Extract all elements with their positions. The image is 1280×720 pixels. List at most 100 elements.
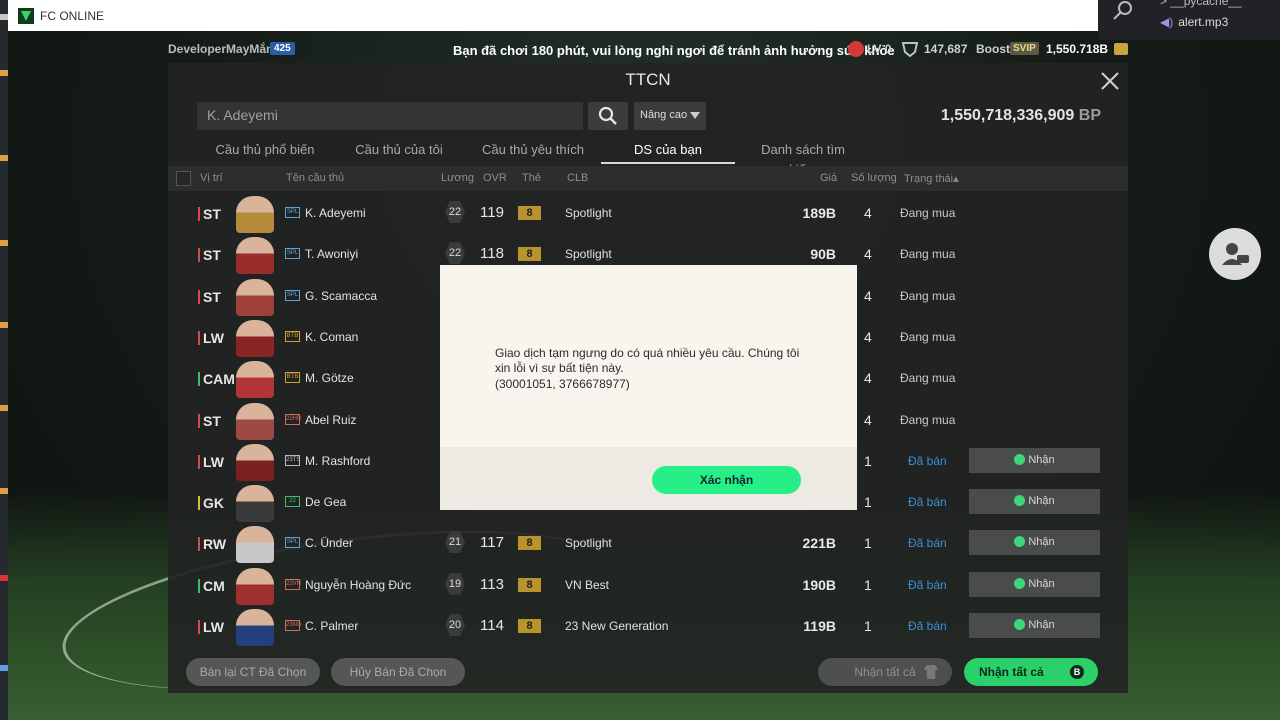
left-window-strip (0, 0, 8, 720)
status-label: Đang mua (900, 288, 956, 303)
player-name: C. Palmer (305, 619, 359, 633)
friend-chat-button[interactable] (1209, 228, 1261, 280)
cancel-selected-button[interactable]: Hủy Bán Đã Chọn (331, 658, 465, 686)
advanced-dropdown[interactable]: Nâng cao (634, 102, 706, 130)
player-name: K. Adeyemi (305, 206, 366, 220)
club-name: Spotlight (565, 536, 612, 551)
player-portrait (236, 402, 274, 440)
search-icon[interactable] (1110, 0, 1136, 26)
claim-all-disabled-button[interactable]: Nhận tất cả (818, 658, 952, 686)
card-grade: 8 (518, 619, 541, 633)
shirt-icon (924, 665, 938, 679)
close-button[interactable] (1098, 69, 1122, 93)
bp-coin-icon (1014, 536, 1026, 548)
bp-balance: 1,550.718B (1046, 42, 1109, 56)
season-icon: BTB (285, 372, 300, 384)
tab-your-list[interactable]: DS của bạn (601, 140, 735, 164)
status-row: DeveloperMayMắn 425 Bạn đã chơi 180 phút… (168, 40, 1128, 60)
search-button[interactable] (588, 102, 628, 130)
player-position: RW (198, 536, 226, 552)
claim-button[interactable]: Nhận (969, 489, 1100, 515)
claim-all-button[interactable]: Nhận tất cả B (964, 658, 1098, 686)
close-icon (1101, 72, 1119, 90)
fc-online-logo-icon (18, 7, 34, 24)
col-status[interactable]: Trạng thái▴ (904, 172, 959, 185)
player-name: Nguyễn Hoàng Đức (305, 577, 412, 592)
wage-badge: 20 (445, 614, 465, 636)
quantity: 1 (864, 452, 872, 469)
level-badge: 425 (270, 42, 295, 55)
claim-button[interactable]: Nhận (969, 571, 1100, 597)
season-icon: SPL (285, 248, 300, 260)
player-name: De Gea (305, 495, 347, 510)
table-row[interactable]: CM 22VN Nguyễn Hoàng Đức 19 113 8 VN Best 190B 1… (168, 565, 1128, 606)
quantity: 4 (864, 246, 872, 263)
price: 221B (802, 535, 836, 552)
price: 119B (803, 618, 836, 634)
player-portrait (236, 278, 274, 316)
claim-button[interactable]: Nhận (969, 613, 1100, 638)
player-position: LW (198, 619, 224, 635)
player-position: ST (198, 206, 221, 222)
ovr-value: 117 (480, 534, 504, 552)
player-portrait (236, 485, 274, 523)
card-grade: 8 (518, 247, 541, 262)
club-name: Spotlight (565, 247, 612, 262)
player-portrait (236, 237, 274, 275)
resell-selected-button[interactable]: Bán lại CT Đã Chọn (186, 658, 320, 686)
window-title: FC ONLINE (40, 8, 105, 23)
status-label: Đã bán (908, 495, 947, 510)
club-name: Spotlight (565, 206, 612, 220)
claim-button[interactable]: Nhận (969, 530, 1100, 556)
wage-badge: 22 (445, 242, 465, 265)
table-row[interactable]: RW SPL C. Ünder 21 117 8 Spotlight 221B 1 Đã bán N… (168, 523, 1128, 564)
tab-search-list[interactable]: Danh sách tìm kiếm (746, 140, 860, 177)
explorer-panel: > __pycache__ ◀) alert.mp3 (1098, 0, 1280, 40)
wage-badge: 19 (445, 572, 465, 595)
player-position: CAM (198, 371, 235, 387)
player-position: ST (198, 247, 221, 263)
col-price: Giá (820, 172, 838, 184)
bp-icon (1114, 43, 1128, 55)
col-position: Vị trí (200, 172, 223, 184)
table-row[interactable]: ST SPL K. Adeyemi 22 119 8 Spotlight 189B 4 Đang … (168, 193, 1128, 234)
error-dialog: Giao dịch tạm ngưng do có quá nhiều yêu … (440, 265, 857, 510)
player-name: C. Ünder (305, 536, 354, 551)
bp-coin-icon (1014, 495, 1026, 507)
price: 90B (810, 246, 836, 263)
player-position: CM (198, 578, 225, 594)
season-icon: SPL (285, 207, 300, 218)
quantity: 1 (864, 535, 872, 552)
player-portrait (236, 609, 274, 646)
player-portrait (236, 361, 274, 399)
lv-label: LV 0 (867, 42, 892, 56)
confirm-button[interactable]: Xác nhận (652, 466, 801, 494)
user-chat-icon (1222, 243, 1249, 265)
col-wage: Lương (441, 172, 474, 184)
ovr-value: 118 (480, 245, 504, 263)
select-all-checkbox[interactable] (176, 171, 191, 186)
col-card: Thẻ (522, 172, 541, 184)
explorer-folder[interactable]: > __pycache__ (1160, 0, 1242, 8)
username: DeveloperMayMắn (168, 42, 274, 56)
card-grade: 8 (518, 206, 541, 220)
ovr-value: 119 (480, 204, 504, 221)
claim-button[interactable]: Nhận (969, 447, 1100, 473)
season-icon: 23TS (285, 454, 300, 466)
card-grade: 8 (518, 577, 541, 592)
dialog-error-code: (30001051, 3766678977) (495, 377, 630, 391)
sad-face-icon (848, 41, 864, 57)
player-portrait (236, 526, 274, 564)
dialog-message: Giao dịch tạm ngưng do có quá nhiều yêu … (495, 346, 800, 375)
tab-favorite-players[interactable]: Cầu thủ yêu thích (478, 140, 588, 164)
wage-badge: 22 (445, 201, 465, 223)
search-input[interactable]: K. Adeyemi (197, 102, 583, 130)
tab-popular-players[interactable]: Cầu thủ phổ biến (210, 140, 320, 164)
chevron-down-icon (690, 112, 700, 119)
tab-my-players[interactable]: Cầu thủ của tôi (349, 140, 449, 164)
table-row[interactable]: LW 23NG C. Palmer 20 114 8 23 New Generation 11… (168, 606, 1128, 647)
player-name: M. Götze (305, 371, 354, 386)
status-label: Đang mua (900, 247, 956, 262)
status-label: Đang mua (900, 329, 956, 344)
explorer-file[interactable]: ◀) alert.mp3 (1160, 15, 1228, 29)
